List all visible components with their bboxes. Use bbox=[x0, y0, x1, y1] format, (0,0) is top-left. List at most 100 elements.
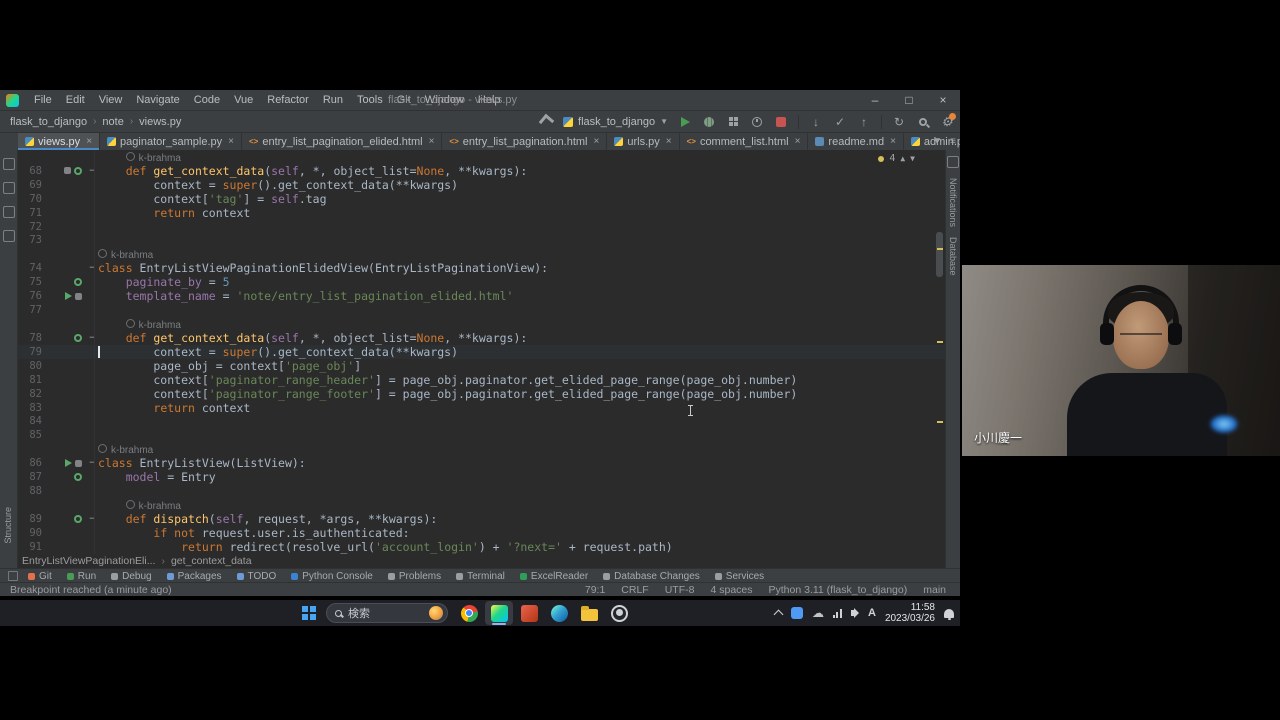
taskbar-office-app[interactable] bbox=[515, 601, 543, 625]
toolwindow-run[interactable]: Run bbox=[66, 571, 96, 582]
breadcrumb-class[interactable]: EntryListViewPaginationEli... bbox=[22, 555, 155, 567]
code-line[interactable]: 76 template_name = 'note/entry_list_pagi… bbox=[18, 289, 945, 303]
taskbar-obs[interactable] bbox=[605, 601, 633, 625]
vcs-update-icon[interactable]: ↓ bbox=[809, 115, 823, 129]
close-button[interactable]: × bbox=[926, 90, 960, 110]
breadcrumb-item-views-py[interactable]: views.py bbox=[137, 116, 183, 128]
run-configuration-select[interactable]: flask_to_django ▼ bbox=[563, 116, 668, 128]
inlay-row[interactable]: k-brahma bbox=[18, 247, 945, 261]
bookmarks-tool-icon[interactable] bbox=[2, 230, 15, 242]
code-line[interactable]: 82 context['paginator_range_footer'] = p… bbox=[18, 387, 945, 401]
code-line[interactable]: 86 − class EntryListView(ListView): bbox=[18, 456, 945, 470]
code-line[interactable]: 74 − class EntryListViewPaginationElidedVi… bbox=[18, 261, 945, 275]
commit-tool-icon[interactable] bbox=[2, 182, 15, 194]
fold-marker[interactable]: − bbox=[86, 263, 98, 273]
code-line[interactable]: 71 return context bbox=[18, 206, 945, 220]
network-icon[interactable] bbox=[832, 608, 842, 618]
volume-icon[interactable] bbox=[850, 608, 859, 618]
fold-marker[interactable]: − bbox=[86, 458, 98, 468]
menu-tools[interactable]: Tools bbox=[350, 90, 390, 110]
tab-views-py[interactable]: views.py × bbox=[18, 133, 101, 150]
code-line[interactable]: 84 bbox=[18, 415, 945, 429]
prev-warning-icon[interactable]: ▲ bbox=[900, 154, 905, 163]
run-marker-icon[interactable] bbox=[65, 459, 72, 468]
search-icon[interactable] bbox=[919, 117, 927, 126]
menu-navigate[interactable]: Navigate bbox=[129, 90, 186, 110]
close-icon[interactable]: × bbox=[795, 136, 801, 147]
breadcrumb-item-note[interactable]: note bbox=[100, 116, 125, 128]
status-python-3-11-flask-to-django[interactable]: Python 3.11 (flask_to_django) bbox=[769, 584, 908, 596]
code-line[interactable]: 75 paginate_by = 5 bbox=[18, 275, 945, 289]
override-marker-icon[interactable] bbox=[74, 333, 82, 342]
breadcrumb-item-flask-to-django[interactable]: flask_to_django bbox=[8, 116, 89, 128]
build-hammer-icon[interactable] bbox=[538, 113, 554, 130]
code-line[interactable]: 90 if not request.user.is_authenticated: bbox=[18, 526, 945, 540]
gutter-marker-icon[interactable] bbox=[75, 292, 82, 300]
notifications-tool-button[interactable]: Notifications bbox=[948, 178, 958, 227]
menu-run[interactable]: Run bbox=[316, 90, 350, 110]
tab-options-icon[interactable]: ≡ bbox=[950, 136, 956, 147]
run-button[interactable] bbox=[680, 116, 690, 127]
fold-marker[interactable]: − bbox=[86, 333, 98, 343]
code-line[interactable]: 88 bbox=[18, 484, 945, 498]
taskbar-file-explorer[interactable] bbox=[575, 601, 603, 625]
gradle-tool-icon[interactable] bbox=[947, 156, 959, 168]
status-79-1[interactable]: 79:1 bbox=[585, 584, 605, 596]
code-line[interactable]: 89 − def dispatch(self, request, *args, *… bbox=[18, 512, 945, 526]
toolwindow-debug[interactable]: Debug bbox=[111, 571, 152, 582]
override-marker-icon[interactable] bbox=[74, 278, 82, 287]
tray-app-icon[interactable] bbox=[790, 607, 803, 619]
tab-urls-py[interactable]: urls.py × bbox=[607, 133, 680, 150]
close-icon[interactable]: × bbox=[890, 136, 896, 147]
tray-overflow-icon[interactable] bbox=[773, 609, 784, 620]
project-tool-icon[interactable] bbox=[2, 158, 15, 170]
code-line[interactable]: 68 − def get_context_data(self, *, object… bbox=[18, 164, 945, 178]
toolwindow-python-console[interactable]: Python Console bbox=[291, 571, 373, 582]
inspection-widget[interactable]: 4 ▲ ▼ bbox=[874, 152, 919, 165]
toolwindow-services[interactable]: Services bbox=[714, 571, 764, 582]
close-icon[interactable]: × bbox=[429, 136, 435, 147]
status-utf-8[interactable]: UTF-8 bbox=[665, 584, 695, 596]
coverage-icon[interactable] bbox=[728, 117, 738, 126]
code-line[interactable]: 79 context = super().get_context_data(**… bbox=[18, 345, 945, 359]
inlay-row[interactable]: k-brahma bbox=[18, 150, 945, 164]
menu-view[interactable]: View bbox=[92, 90, 130, 110]
database-tool-button[interactable]: Database bbox=[948, 237, 958, 276]
gutter-marker-icon[interactable] bbox=[64, 167, 71, 175]
fold-marker[interactable]: − bbox=[86, 166, 98, 176]
vcs-push-icon[interactable]: ↑ bbox=[857, 115, 871, 129]
code-line[interactable]: 78 − def get_context_data(self, *, object… bbox=[18, 331, 945, 345]
onedrive-cloud-icon[interactable]: ☁ bbox=[812, 607, 824, 619]
tab-paginator-sample-py[interactable]: paginator_sample.py × bbox=[100, 133, 242, 150]
inlay-row[interactable]: k-brahma bbox=[18, 317, 945, 331]
menu-edit[interactable]: Edit bbox=[59, 90, 92, 110]
history-icon[interactable]: ↻ bbox=[892, 115, 906, 129]
code-line[interactable]: 77 bbox=[18, 303, 945, 317]
ime-indicator[interactable]: A bbox=[868, 607, 876, 619]
override-marker-icon[interactable] bbox=[74, 473, 82, 482]
minimize-button[interactable]: – bbox=[858, 90, 892, 110]
code-line[interactable]: 91 return redirect(resolve_url('account_… bbox=[18, 540, 945, 554]
taskbar-chrome[interactable] bbox=[455, 601, 483, 625]
taskbar-search[interactable]: 検索 bbox=[326, 603, 448, 623]
close-icon[interactable]: × bbox=[666, 136, 672, 147]
status-crlf[interactable]: CRLF bbox=[621, 584, 648, 596]
inlay-row[interactable]: k-brahma bbox=[18, 498, 945, 512]
code-line[interactable]: 85 bbox=[18, 428, 945, 442]
vcs-commit-icon[interactable]: ✓ bbox=[833, 115, 847, 129]
gutter-marker-icon[interactable] bbox=[75, 459, 82, 467]
toolwindow-problems[interactable]: Problems bbox=[387, 571, 441, 582]
stop-button[interactable] bbox=[776, 116, 786, 127]
profiler-icon[interactable] bbox=[752, 116, 762, 127]
settings-gear-icon[interactable]: ⚙ bbox=[941, 113, 956, 128]
code-line[interactable]: 73 bbox=[18, 234, 945, 248]
override-marker-icon[interactable] bbox=[74, 166, 82, 175]
tab-readme-md[interactable]: readme.md × bbox=[808, 133, 904, 150]
override-marker-icon[interactable] bbox=[74, 514, 82, 523]
menu-vue[interactable]: Vue bbox=[227, 90, 260, 110]
menu-file[interactable]: File bbox=[27, 90, 59, 110]
code-editor[interactable]: k-brahma 68− def get_context_data(self, *… bbox=[18, 150, 945, 554]
toolwindow-excelreader[interactable]: ExcelReader bbox=[519, 571, 588, 582]
status-4-spaces[interactable]: 4 spaces bbox=[710, 584, 752, 596]
menu-code[interactable]: Code bbox=[187, 90, 227, 110]
